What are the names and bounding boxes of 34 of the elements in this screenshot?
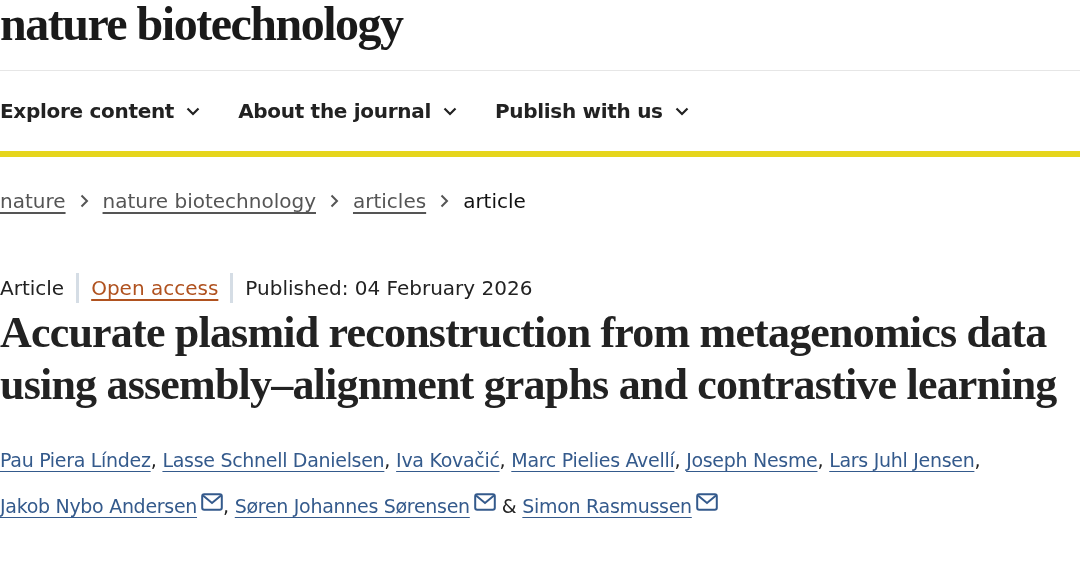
author-separator: , (223, 495, 229, 517)
author-link[interactable]: Søren Johannes Sørensen (234, 495, 470, 517)
author-link[interactable]: Lars Juhl Jensen (829, 449, 975, 471)
author-separator: , (817, 449, 824, 471)
breadcrumb-link[interactable]: nature biotechnology (102, 189, 316, 213)
chevron-right-icon (440, 194, 450, 208)
author-link[interactable]: Pau Piera Líndez (0, 449, 151, 471)
nav-menu-button[interactable]: Publish with us (494, 99, 689, 123)
nav-menu-button[interactable]: About the journal (238, 99, 457, 123)
chevron-down-icon (186, 106, 201, 116)
chevron-down-icon (674, 106, 689, 116)
author-separator: , (974, 449, 981, 471)
nav-menu-button[interactable]: Explore content (0, 99, 201, 123)
chevron-right-icon (79, 194, 89, 208)
author-link[interactable]: Lasse Schnell Danielsen (162, 449, 385, 471)
author-separator: , (499, 449, 506, 471)
breadcrumb-link[interactable]: nature (0, 189, 66, 213)
publication-date: Published: 04 February 2026 (245, 276, 533, 300)
chevron-right-icon (330, 194, 339, 208)
author-separator: , (674, 449, 681, 471)
breadcrumb-current: article (463, 189, 526, 213)
author-separator: , (384, 449, 391, 471)
article-title: Accurate plasmid reconstruction from metagenomics data using assembly–alignment graphs and contrastive learning (0, 307, 1058, 411)
journal-logo[interactable]: nature biotechnology (0, 0, 403, 52)
author-link[interactable]: Marc Pielies Avellí (511, 449, 675, 471)
chevron-down-icon (442, 106, 457, 116)
article-type: Article (0, 276, 65, 300)
author-separator: , (150, 449, 157, 471)
author-separator: & (501, 495, 517, 517)
author-link[interactable]: Joseph Nesme (686, 449, 818, 471)
author-link[interactable]: Simon Rasmussen (522, 495, 692, 517)
author-link[interactable]: Iva Kovačić (396, 449, 500, 471)
open-access-link[interactable]: Open access (91, 276, 219, 300)
breadcrumb-link[interactable]: articles (353, 189, 427, 213)
